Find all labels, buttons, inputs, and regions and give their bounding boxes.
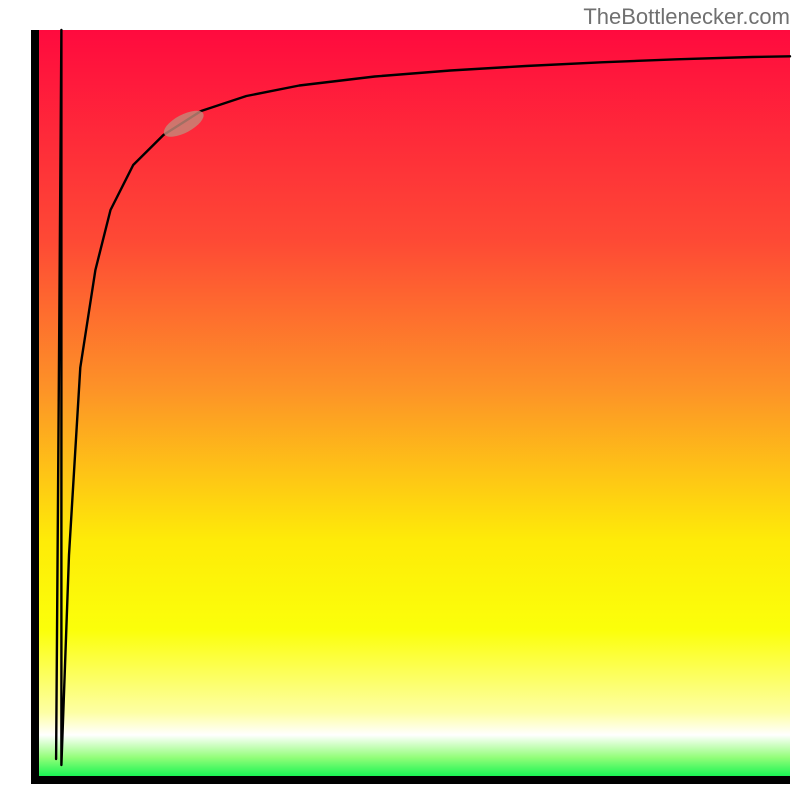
plot-background	[35, 30, 790, 780]
chart-container: TheBottlenecker.com	[0, 0, 800, 800]
bottleneck-chart	[0, 0, 800, 800]
watermark-text: TheBottlenecker.com	[583, 4, 790, 30]
